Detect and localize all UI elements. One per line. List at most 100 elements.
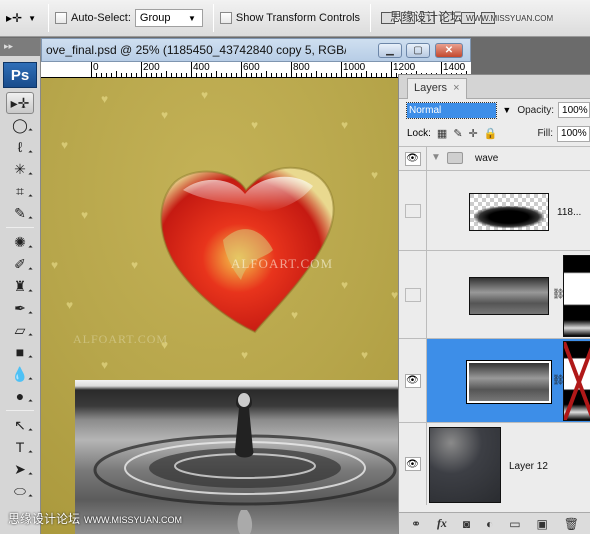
glass-heart-image xyxy=(160,166,335,334)
ruler-tick xyxy=(111,73,112,77)
magic-wand-tool-button[interactable]: ✳ xyxy=(0,158,40,180)
marquee-tool-button[interactable]: ◯ xyxy=(0,114,40,136)
expand-triangle-icon[interactable]: ▼ xyxy=(431,152,441,163)
fx-icon[interactable]: fx xyxy=(437,516,447,531)
ruler-tick xyxy=(341,62,342,77)
ruler-tick xyxy=(106,73,107,77)
ruler-label: 0 xyxy=(93,62,99,73)
trash-icon[interactable]: 🗑 xyxy=(564,517,579,531)
ruler-tick xyxy=(366,71,367,77)
watermark-top: 思缘设计论坛 WWW.MISSYUAN.COM xyxy=(390,10,554,24)
bokeh-heart: ♥ xyxy=(361,348,369,362)
layer-row[interactable]: 👁 Layer 12 xyxy=(399,423,590,505)
toolbox-grip[interactable]: ▸▸ xyxy=(0,38,40,56)
ruler-tick xyxy=(221,73,222,77)
ruler-tick xyxy=(276,73,277,77)
auto-select-dropdown[interactable]: Group ▼ xyxy=(134,9,203,27)
close-button[interactable]: ✕ xyxy=(435,43,463,58)
auto-select-checkbox[interactable] xyxy=(55,12,67,24)
type-tool-button[interactable]: T xyxy=(0,436,40,458)
healing-brush-tool-button[interactable]: ✺ xyxy=(0,231,40,253)
visibility-toggle[interactable] xyxy=(399,251,427,338)
bokeh-heart: ♥ xyxy=(161,108,169,122)
layer-mask-thumbnail-disabled[interactable] xyxy=(563,341,590,421)
eraser-tool-button[interactable]: ▱ xyxy=(0,319,40,341)
lock-position-icon[interactable]: ✛ xyxy=(469,127,478,140)
eyedropper-tool-button[interactable]: ✎ xyxy=(0,202,40,224)
visibility-toggle[interactable]: 👁 xyxy=(399,423,427,505)
document-title-bar[interactable]: ove_final.psd @ 25% (1185450_43742840 co… xyxy=(41,38,471,62)
visibility-toggle[interactable]: 👁 xyxy=(399,339,427,422)
crop-tool-button[interactable]: ⌗ xyxy=(0,180,40,202)
eraser-tool-icon: ▱ xyxy=(14,321,26,338)
lock-image-icon[interactable]: ✎ xyxy=(453,127,462,140)
lock-all-icon[interactable]: 🔒 xyxy=(484,127,498,140)
ruler-tick xyxy=(381,73,382,77)
layer-row[interactable]: ⛓ xyxy=(399,251,590,339)
gradient-tool-button[interactable]: ■ xyxy=(0,341,40,363)
blend-mode-dropdown[interactable]: Normal xyxy=(405,101,498,119)
close-icon[interactable]: × xyxy=(453,82,459,94)
fill-field[interactable]: 100% xyxy=(557,125,590,142)
visibility-toggle[interactable] xyxy=(399,171,427,250)
pen-tool-button[interactable]: ↖ xyxy=(0,414,40,436)
divider xyxy=(212,4,214,32)
ruler-tick xyxy=(211,73,212,77)
ruler-tick xyxy=(116,71,117,77)
move-tool-button[interactable]: ▸✛ xyxy=(6,92,34,114)
ruler-label: 400 xyxy=(193,62,210,73)
dodge-tool-button[interactable]: ● xyxy=(0,385,40,407)
layer-row[interactable]: 118... xyxy=(399,171,590,251)
shape-tool-button[interactable]: ⬭ xyxy=(0,480,40,502)
bokeh-heart: ♥ xyxy=(251,118,259,132)
brush-tool-icon: ✐ xyxy=(14,255,26,272)
show-transform-checkbox[interactable] xyxy=(219,12,232,24)
path-selection-tool-button[interactable]: ➤ xyxy=(0,458,40,480)
gradient-tool-icon: ■ xyxy=(15,344,25,360)
tool-preset-picker[interactable]: ▸✛ ▼ xyxy=(0,3,42,33)
new-layer-icon[interactable]: ▣ xyxy=(536,517,547,531)
clone-stamp-tool-button[interactable]: ♜ xyxy=(0,275,40,297)
layer-thumbnail xyxy=(469,277,549,315)
ruler-tick xyxy=(96,73,97,77)
adjustment-layer-icon[interactable]: ◐ xyxy=(486,517,493,531)
brush-tool-button[interactable]: ✐ xyxy=(0,253,40,275)
ruler-tick xyxy=(181,73,182,77)
ruler-tick xyxy=(241,62,242,77)
path-selection-tool-icon: ➤ xyxy=(14,460,26,477)
add-mask-icon[interactable]: ◙ xyxy=(463,517,470,531)
ruler-tick xyxy=(356,73,357,77)
link-layers-icon[interactable]: ⚭ xyxy=(411,517,421,531)
new-group-icon[interactable]: ▭ xyxy=(509,517,520,531)
blur-tool-button[interactable]: 💧 xyxy=(0,363,40,385)
tab-layers[interactable]: Layers × xyxy=(407,78,467,99)
opacity-label: Opacity: xyxy=(517,104,555,116)
lock-transparent-icon[interactable]: ▦ xyxy=(437,127,447,140)
layers-tab-bar: Layers × xyxy=(399,75,590,99)
auto-select-label: Auto-Select: xyxy=(71,12,131,24)
bokeh-heart: ♥ xyxy=(51,258,59,272)
document-title: ove_final.psd @ 25% (1185450_43742840 co… xyxy=(46,43,346,57)
minimize-button[interactable]: ▁ xyxy=(378,43,402,58)
visibility-toggle[interactable]: 👁 xyxy=(399,147,427,170)
layer-row-selected[interactable]: 👁 ⛓ xyxy=(399,339,590,423)
chevron-down-icon[interactable]: ▼ xyxy=(502,105,511,115)
history-brush-tool-button[interactable]: ✒ xyxy=(0,297,40,319)
ruler-tick xyxy=(141,62,142,77)
ruler-tick xyxy=(236,73,237,77)
opacity-field[interactable]: 100% xyxy=(558,102,590,118)
divider xyxy=(370,4,372,32)
ruler-tick xyxy=(281,73,282,77)
layers-panel: Layers × Normal ▼ Opacity: 100% Lock: ▦ … xyxy=(398,74,590,534)
ruler-label: 1400 xyxy=(443,62,466,73)
ruler-tick xyxy=(271,73,272,77)
ruler-tick xyxy=(101,73,102,77)
layer-name: Layer 12 xyxy=(509,461,548,472)
ruler-tick xyxy=(331,73,332,77)
layer-row-group[interactable]: 👁 ▼ wave xyxy=(399,147,590,171)
layer-mask-thumbnail[interactable] xyxy=(563,255,590,337)
maximize-button[interactable]: ▢ xyxy=(406,43,430,58)
ruler-tick xyxy=(346,73,347,77)
show-transform-label: Show Transform Controls xyxy=(235,12,361,24)
lasso-tool-button[interactable]: ℓ xyxy=(0,136,40,158)
